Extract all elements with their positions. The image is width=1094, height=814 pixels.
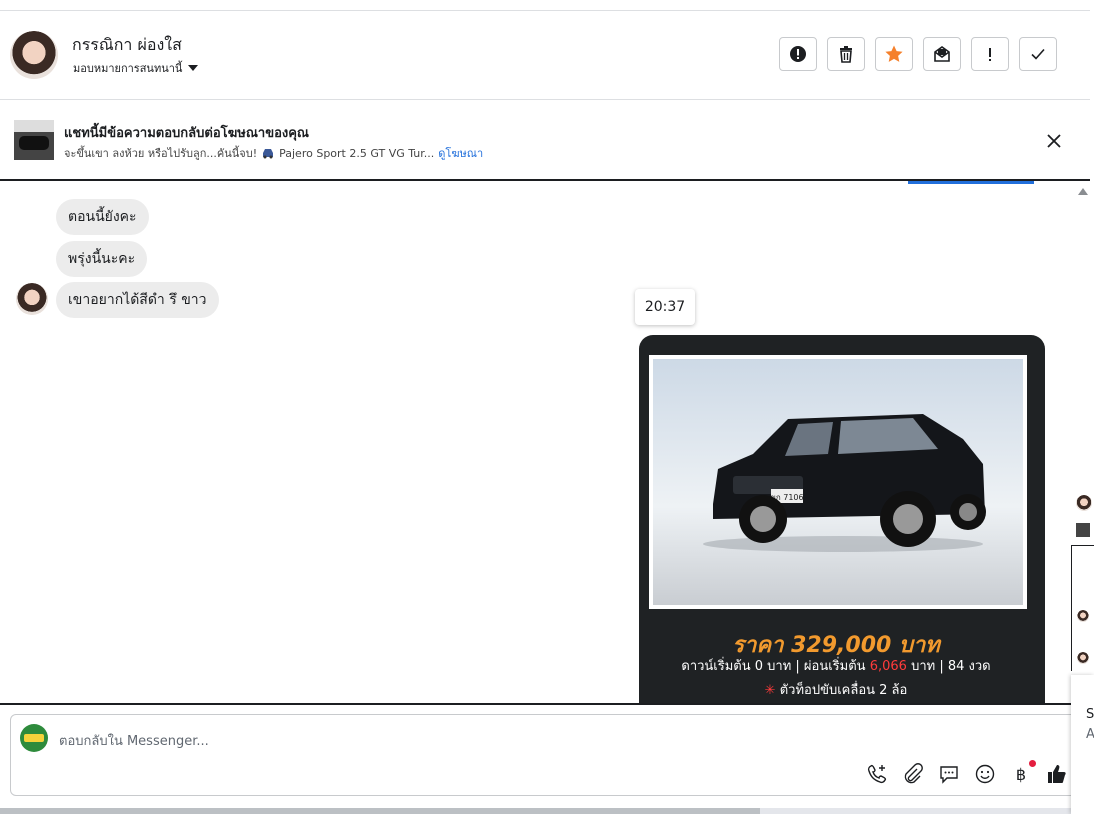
conversation-header: กรรณิกา ผ่องใส มอบหมายการสนทนานี้: [0, 11, 1090, 100]
car-emoji-icon: [263, 149, 274, 159]
notification-dot: [1029, 760, 1036, 767]
suv-image: ขก 7106: [703, 414, 986, 552]
view-ad-link[interactable]: ดูโฆษณา: [438, 144, 483, 162]
important-button[interactable]: [971, 37, 1009, 71]
side-avatar: [1077, 652, 1089, 664]
mark-done-button[interactable]: [1019, 37, 1057, 71]
ad-reply-banner: แชทนี้มีข้อความตอบกลับต่อโฆษณาของคุณ จะข…: [0, 100, 1090, 178]
payment-icon: ฿: [1016, 765, 1026, 784]
side-ad-thumbnail[interactable]: [1076, 523, 1090, 537]
top-divider: [0, 0, 1090, 11]
terms-pre: ดาวน์เริ่มต้น 0 บาท | ผ่อนเริ่มต้น: [681, 659, 866, 674]
svg-text:฿: ฿: [1016, 765, 1026, 784]
conversation-actions: [779, 37, 1057, 71]
car-terms: ดาวน์เริ่มต้น 0 บาท | ผ่อนเริ่มต้น 6,066…: [639, 655, 1033, 676]
car-photo: ขก 7106: [649, 355, 1027, 609]
saved-reply-icon[interactable]: [938, 763, 960, 785]
ad-banner-title: แชทนี้มีข้อความตอบกลับต่อโฆษณาของคุณ: [64, 126, 309, 141]
ad-text: จะขึ้นเขา ลงห้วย หรือไปรับลูก...คันนี้จบ…: [64, 147, 258, 160]
right-panel-edge: S A: [1070, 485, 1094, 814]
reply-input[interactable]: ตอบกลับใน Messenger...: [59, 730, 209, 751]
side-avatar: [1077, 610, 1089, 622]
mark-unread-button[interactable]: [923, 37, 961, 71]
page-logo: [20, 724, 48, 752]
important-icon: [989, 48, 991, 61]
emoji-icon[interactable]: [974, 763, 996, 785]
message-thread[interactable]: ตอนนี้ยังคะ พรุ่งนี้นะคะ เขาอยากได้สีดำ …: [0, 179, 1090, 705]
horizontal-scrollbar[interactable]: [0, 808, 760, 814]
feature-text: ตัวท็อปขับเคลื่อน 2 ล้อ: [779, 683, 908, 698]
attachment-icon[interactable]: [902, 763, 924, 785]
assign-label: มอบหมายการสนทนานี้: [73, 62, 183, 75]
side-avatar[interactable]: [1076, 495, 1092, 511]
assign-conversation-dropdown[interactable]: มอบหมายการสนทนานี้: [73, 59, 199, 77]
message-bubble[interactable]: พรุ่งนี้นะคะ: [56, 241, 148, 277]
spam-icon: [790, 46, 806, 62]
mark-unread-icon: [934, 46, 950, 62]
ad-banner-subtitle: จะขึ้นเขา ลงห้วย หรือไปรับลูก...คันนี้จบ…: [64, 144, 483, 162]
payment-button[interactable]: ฿: [1010, 760, 1036, 785]
message-timestamp: 20:37: [635, 289, 695, 325]
message-bubble[interactable]: เขาอยากได้สีดำ รึ ขาว: [56, 282, 219, 318]
highlight-bar: [908, 181, 1034, 184]
like-icon[interactable]: [1046, 763, 1068, 785]
ad-thumbnail[interactable]: [14, 120, 54, 160]
reply-composer: ตอบกลับใน Messenger... ฿: [10, 714, 1080, 796]
chevron-down-icon: [188, 65, 199, 71]
done-icon: [1031, 48, 1045, 60]
ad-car-text: Pajero Sport 2.5 GT VG Tur...: [279, 146, 435, 160]
side-card: S A: [1071, 675, 1094, 814]
installment-amount: 6,066: [869, 659, 907, 674]
star-button[interactable]: [875, 37, 913, 71]
asterisk-icon: ✳: [764, 683, 776, 698]
delete-button[interactable]: [827, 37, 865, 71]
close-icon[interactable]: [1044, 131, 1064, 151]
trash-icon: [840, 46, 852, 63]
message-bubble[interactable]: ตอนนี้ยังคะ: [56, 199, 149, 235]
contact-avatar[interactable]: [10, 31, 58, 79]
car-feature: ✳ ตัวท็อปขับเคลื่อน 2 ล้อ: [639, 679, 1033, 700]
side-card-a: A: [1086, 727, 1094, 742]
contact-name[interactable]: กรรณิกา ผ่องใส: [72, 33, 182, 58]
car-ad-image-message[interactable]: ขก 7106 ราคา 329,000 บาท ดาวน์เริ่มต้น 0…: [639, 335, 1045, 703]
composer-toolbar: ฿: [866, 760, 1068, 785]
call-icon[interactable]: [866, 763, 888, 785]
side-preview-box: [1071, 545, 1094, 671]
terms-post: บาท | 84 งวด: [911, 659, 991, 674]
sender-avatar: [16, 283, 48, 315]
scroll-up-icon[interactable]: [1078, 188, 1088, 195]
side-card-s: S: [1086, 707, 1094, 722]
report-spam-button[interactable]: [779, 37, 817, 71]
star-icon: [885, 45, 903, 62]
